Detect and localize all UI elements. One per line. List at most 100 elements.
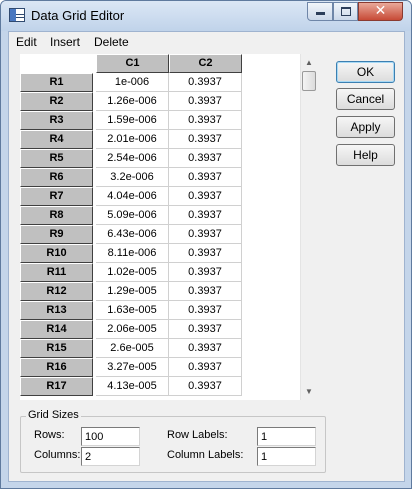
table-row: R9 6.43e-006 0.3937 [20, 225, 307, 244]
cancel-button[interactable]: Cancel [336, 88, 395, 110]
scrollbar-thumb[interactable] [302, 71, 316, 91]
column-labels-field[interactable] [257, 447, 316, 466]
table-row: R14 2.06e-005 0.3937 [20, 320, 307, 339]
table-row: R8 5.09e-006 0.3937 [20, 206, 307, 225]
grid-cell-c2[interactable]: 0.3937 [169, 320, 242, 339]
table-row: R3 1.59e-006 0.3937 [20, 111, 307, 130]
grid-cell-c2[interactable]: 0.3937 [169, 206, 242, 225]
row-header[interactable]: R9 [20, 225, 93, 244]
grid-cell-c1[interactable]: 8.11e-006 [96, 244, 169, 263]
grid-cell-c2[interactable]: 0.3937 [169, 377, 242, 396]
row-header[interactable]: R3 [20, 111, 93, 130]
close-icon: ✕ [374, 3, 387, 19]
row-header[interactable]: R17 [20, 377, 93, 396]
title-bar[interactable]: Data Grid Editor ✕ [1, 1, 411, 31]
row-header[interactable]: R15 [20, 339, 93, 358]
columns-label: Columns: [34, 449, 81, 461]
apply-button[interactable]: Apply [336, 116, 395, 138]
table-row: R13 1.63e-005 0.3937 [20, 301, 307, 320]
grid-cell-c1[interactable]: 1.02e-005 [96, 263, 169, 282]
grid-cell-c2[interactable]: 0.3937 [169, 111, 242, 130]
ok-button[interactable]: OK [336, 61, 395, 83]
menu-edit[interactable]: Edit [16, 35, 37, 49]
grid-cell-c1[interactable]: 6.43e-006 [96, 225, 169, 244]
row-header[interactable]: R2 [20, 92, 93, 111]
data-grid[interactable]: C1 C2 R1 1e-006 0.3937 R2 1.26e-006 0.3937 R3 1… [20, 54, 307, 400]
grid-cell-c2[interactable]: 0.3937 [169, 358, 242, 377]
help-button[interactable]: Help [336, 144, 395, 166]
dialog-client-area: Edit Insert Delete C1 C2 R1 1e-006 0.3937 R… [8, 31, 405, 482]
table-row: R1 1e-006 0.3937 [20, 73, 307, 92]
table-row: R12 1.29e-005 0.3937 [20, 282, 307, 301]
grid-cell-c2[interactable]: 0.3937 [169, 263, 242, 282]
column-header-c2[interactable]: C2 [169, 54, 242, 73]
row-header[interactable]: R8 [20, 206, 93, 225]
table-row: R4 2.01e-006 0.3937 [20, 130, 307, 149]
column-header-c1[interactable]: C1 [96, 54, 169, 73]
minimize-icon [316, 12, 325, 15]
row-header[interactable]: R11 [20, 263, 93, 282]
menu-delete[interactable]: Delete [94, 35, 129, 49]
row-header[interactable]: R4 [20, 130, 93, 149]
scroll-down-arrow-icon[interactable]: ▼ [301, 383, 317, 400]
maximize-icon [341, 7, 351, 16]
row-header[interactable]: R6 [20, 168, 93, 187]
grid-cell-c1[interactable]: 2.6e-005 [96, 339, 169, 358]
table-row: R16 3.27e-005 0.3937 [20, 358, 307, 377]
row-header[interactable]: R1 [20, 73, 93, 92]
grid-cell-c2[interactable]: 0.3937 [169, 92, 242, 111]
table-row: R11 1.02e-005 0.3937 [20, 263, 307, 282]
grid-cell-c1[interactable]: 2.54e-006 [96, 149, 169, 168]
maximize-button[interactable] [333, 2, 358, 21]
grid-vertical-scrollbar[interactable]: ▲ ▼ [300, 54, 317, 400]
grid-cell-c1[interactable]: 1.63e-005 [96, 301, 169, 320]
data-grid-icon [9, 8, 25, 22]
grid-cell-c1[interactable]: 2.01e-006 [96, 130, 169, 149]
grid-cell-c2[interactable]: 0.3937 [169, 73, 242, 92]
minimize-button[interactable] [307, 2, 333, 21]
grid-cell-c2[interactable]: 0.3937 [169, 168, 242, 187]
grid-cell-c1[interactable]: 4.13e-005 [96, 377, 169, 396]
scroll-up-arrow-icon[interactable]: ▲ [301, 54, 317, 71]
rows-label: Rows: [34, 429, 65, 441]
grid-cell-c1[interactable]: 2.06e-005 [96, 320, 169, 339]
close-button[interactable]: ✕ [358, 2, 403, 21]
grid-sizes-legend: Grid Sizes [26, 409, 81, 421]
grid-cell-c2[interactable]: 0.3937 [169, 301, 242, 320]
table-row: R7 4.04e-006 0.3937 [20, 187, 307, 206]
grid-cell-c1[interactable]: 4.04e-006 [96, 187, 169, 206]
grid-cell-c1[interactable]: 5.09e-006 [96, 206, 169, 225]
grid-cell-c1[interactable]: 1.26e-006 [96, 92, 169, 111]
grid-cell-c1[interactable]: 1e-006 [96, 73, 169, 92]
row-header[interactable]: R7 [20, 187, 93, 206]
grid-cell-c2[interactable]: 0.3937 [169, 282, 242, 301]
table-row: R5 2.54e-006 0.3937 [20, 149, 307, 168]
grid-cell-c2[interactable]: 0.3937 [169, 149, 242, 168]
row-header[interactable]: R14 [20, 320, 93, 339]
rows-field[interactable] [81, 427, 140, 446]
dialog-window: Data Grid Editor ✕ Edit Insert Delete C1… [0, 0, 412, 489]
grid-cell-c2[interactable]: 0.3937 [169, 225, 242, 244]
columns-field[interactable] [81, 447, 140, 466]
table-row: R2 1.26e-006 0.3937 [20, 92, 307, 111]
row-header[interactable]: R13 [20, 301, 93, 320]
grid-cell-c2[interactable]: 0.3937 [169, 339, 242, 358]
table-row: R6 3.2e-006 0.3937 [20, 168, 307, 187]
table-row: R15 2.6e-005 0.3937 [20, 339, 307, 358]
grid-cell-c1[interactable]: 3.27e-005 [96, 358, 169, 377]
row-labels-field[interactable] [257, 427, 316, 446]
grid-cell-c1[interactable]: 3.2e-006 [96, 168, 169, 187]
column-labels-label: Column Labels: [167, 449, 244, 461]
row-header[interactable]: R10 [20, 244, 93, 263]
grid-cell-c2[interactable]: 0.3937 [169, 130, 242, 149]
grid-cell-c1[interactable]: 1.29e-005 [96, 282, 169, 301]
row-header[interactable]: R16 [20, 358, 93, 377]
table-row: R10 8.11e-006 0.3937 [20, 244, 307, 263]
row-header[interactable]: R5 [20, 149, 93, 168]
menu-insert[interactable]: Insert [50, 35, 80, 49]
grid-cell-c2[interactable]: 0.3937 [169, 187, 242, 206]
grid-cell-c2[interactable]: 0.3937 [169, 244, 242, 263]
grid-cell-c1[interactable]: 1.59e-006 [96, 111, 169, 130]
row-header[interactable]: R12 [20, 282, 93, 301]
window-title: Data Grid Editor [31, 8, 125, 23]
